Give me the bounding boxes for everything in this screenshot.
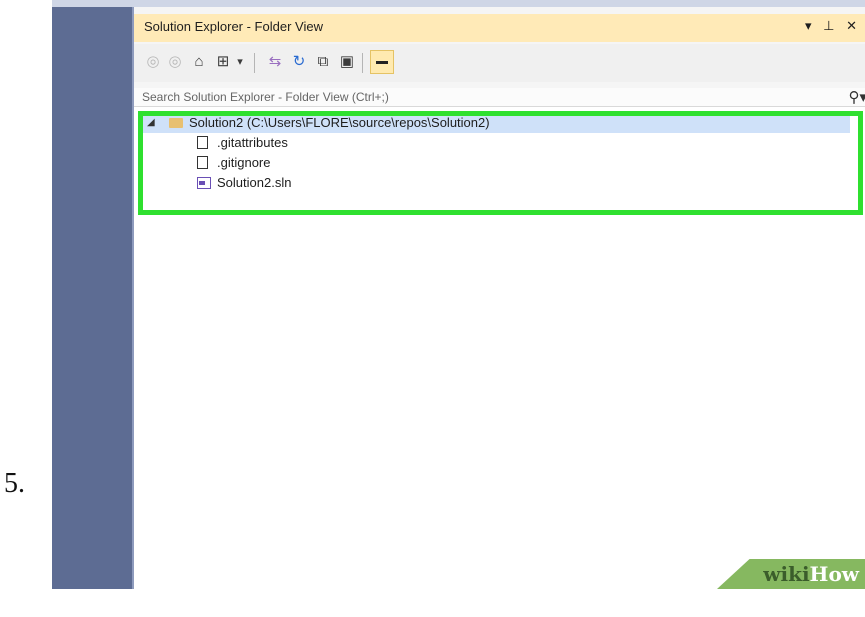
sync-icon[interactable]: ⇆ (266, 53, 284, 71)
home-icon[interactable]: ⌂ (190, 53, 208, 71)
minus-icon (376, 61, 388, 64)
back-icon[interactable]: ◎ (144, 53, 162, 71)
panel-window-controls: ▾ ⊥ ✕ (805, 18, 861, 34)
refresh-icon[interactable]: ↻ (290, 53, 308, 71)
search-placeholder: Search Solution Explorer - Folder View (… (142, 90, 389, 104)
window-top-strip (52, 0, 865, 7)
toolbar-separator (362, 53, 363, 73)
forward-icon[interactable]: ◎ (166, 53, 184, 71)
panel-title: Solution Explorer - Folder View (144, 19, 323, 34)
collapse-all-icon[interactable]: ⧉ (314, 53, 332, 71)
file-tree: ◢ Solution2 (C:\Users\FLORE\source\repos… (134, 107, 865, 589)
properties-toggle-button[interactable] (370, 50, 394, 74)
search-icon[interactable]: ⚲▾ (848, 88, 865, 106)
pin-icon[interactable]: ⊥ (823, 18, 838, 33)
search-input[interactable]: Search Solution Explorer - Folder View (… (134, 88, 865, 107)
solution-explorer-panel: Solution Explorer - Folder View ▾ ⊥ ✕ ◎ … (132, 7, 865, 589)
watermark-logo: wikiHow (763, 562, 859, 586)
panel-title-bar[interactable]: Solution Explorer - Folder View ▾ ⊥ ✕ (134, 14, 865, 42)
toolbar: ◎ ◎ ⌂ ⊞ ▾ ⇆ ↻ ⧉ ▣ (134, 44, 865, 82)
screenshot: Solution Explorer - Folder View ▾ ⊥ ✕ ◎ … (52, 0, 865, 589)
highlight-box (138, 111, 863, 215)
dropdown-arrow-icon[interactable]: ▾ (805, 18, 816, 33)
editor-sidebar (52, 7, 132, 589)
toolbar-separator (254, 53, 255, 73)
show-all-files-icon[interactable]: ▣ (338, 53, 356, 71)
close-icon[interactable]: ✕ (846, 18, 861, 33)
step-number: 5. (4, 468, 25, 499)
dropdown-icon[interactable]: ▾ (234, 53, 246, 71)
switch-views-icon[interactable]: ⊞ (214, 53, 232, 71)
